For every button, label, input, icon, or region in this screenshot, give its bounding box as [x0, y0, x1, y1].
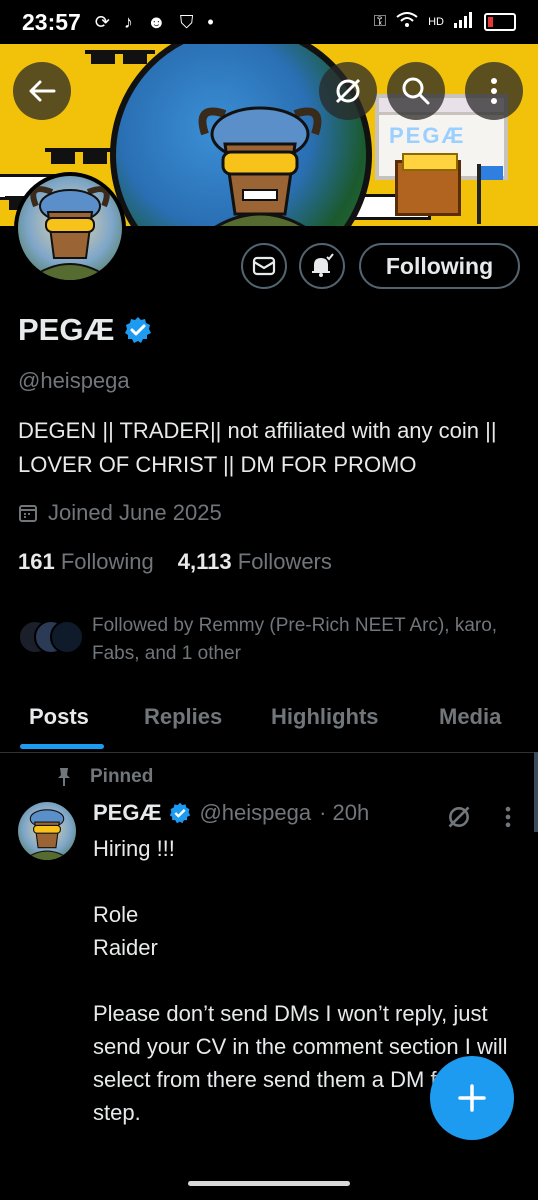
sync-icon: ⟳ [94, 11, 110, 32]
active-tab-indicator [20, 744, 104, 749]
app-icon: ♪ [123, 11, 133, 32]
network-label: HD [428, 16, 444, 28]
notifications-button[interactable] [299, 243, 345, 289]
home-indicator[interactable] [188, 1181, 350, 1186]
goat-avatar-illustration [23, 809, 71, 860]
compose-button[interactable] [430, 1056, 514, 1140]
treasure-chest-decoration [395, 153, 461, 216]
grok-icon[interactable] [446, 804, 472, 830]
profile-bio: DEGEN || TRADER|| not affiliated with an… [18, 418, 497, 477]
joined-date: Joined June 2025 [18, 500, 222, 526]
grok-button[interactable] [319, 62, 377, 120]
more-options-button[interactable] [465, 62, 523, 120]
following-button[interactable]: Following [359, 243, 520, 289]
tab-media[interactable]: Media [439, 704, 501, 730]
post-author-handle: @heispega [199, 800, 312, 825]
calendar-icon [19, 505, 37, 522]
shield-check-icon: ⛉ [179, 11, 194, 32]
profile-handle: @heispega [18, 368, 130, 393]
followed-by[interactable]: Followed by Remmy (Pre-Rich NEET Arc), k… [18, 612, 512, 668]
display-name: PEGÆ [18, 312, 115, 347]
followers-count: 4,113 [177, 549, 232, 574]
tab-highlights[interactable]: Highlights [271, 704, 379, 730]
signal-icon [454, 11, 474, 33]
status-bar: 23:57 ⟳ ♪ ☻ ⛉ • ⚿ HD [0, 0, 538, 44]
grok-icon [335, 78, 361, 104]
message-button[interactable] [241, 243, 287, 289]
post-author-name[interactable]: PEGÆ [93, 800, 161, 826]
followers-label: Followers [237, 549, 332, 574]
key-icon: ⚿ [373, 13, 387, 30]
verified-badge-icon[interactable] [124, 316, 152, 344]
following-link[interactable]: 161 Following [18, 549, 154, 575]
tab-posts[interactable]: Posts [29, 704, 89, 730]
banner-window-text: PEGÆ [389, 123, 466, 148]
more-vertical-icon [491, 78, 497, 104]
status-time: 23:57 [22, 8, 81, 35]
following-label: Following [60, 549, 154, 574]
followed-by-text: Followed by Remmy (Pre-Rich NEET Arc), k… [92, 615, 498, 664]
goat-avatar-illustration [27, 186, 113, 280]
more-vertical-icon[interactable] [504, 806, 512, 828]
pinned-label-row: Pinned [56, 766, 153, 788]
envelope-icon [252, 256, 276, 276]
back-button[interactable] [13, 62, 71, 120]
dot-icon: • [207, 11, 214, 32]
avatar [50, 620, 84, 654]
post-time: · 20h [319, 800, 370, 825]
battery-low-icon [484, 13, 516, 31]
wifi-icon [396, 11, 418, 33]
joined-text: Joined June 2025 [48, 500, 222, 525]
cat-icon: ☻ [146, 11, 166, 32]
sunglasses-decoration [45, 148, 115, 164]
tab-replies[interactable]: Replies [144, 704, 222, 730]
verified-badge-icon [170, 802, 191, 824]
post-header: PEGÆ @heispega · 20h [93, 800, 369, 826]
followed-by-avatars [18, 616, 84, 658]
goat-character-illustration [198, 106, 322, 226]
follow-stats: 161 Following 4,113 Followers [18, 549, 332, 575]
scrollbar[interactable] [534, 752, 538, 832]
followers-link[interactable]: 4,113 Followers [178, 549, 332, 575]
flag-cloth [481, 166, 503, 180]
sunglasses-decoration [85, 50, 155, 64]
name-row: PEGÆ [18, 312, 152, 348]
search-icon [402, 77, 430, 105]
arrow-left-icon [29, 80, 56, 102]
profile-avatar[interactable] [14, 172, 126, 284]
plus-icon [458, 1084, 486, 1112]
bell-check-icon [312, 253, 334, 277]
pin-icon [58, 768, 70, 786]
post-author-avatar[interactable] [18, 802, 76, 860]
following-count: 161 [18, 549, 55, 574]
pinned-label: Pinned [90, 766, 154, 787]
search-button[interactable] [387, 62, 445, 120]
